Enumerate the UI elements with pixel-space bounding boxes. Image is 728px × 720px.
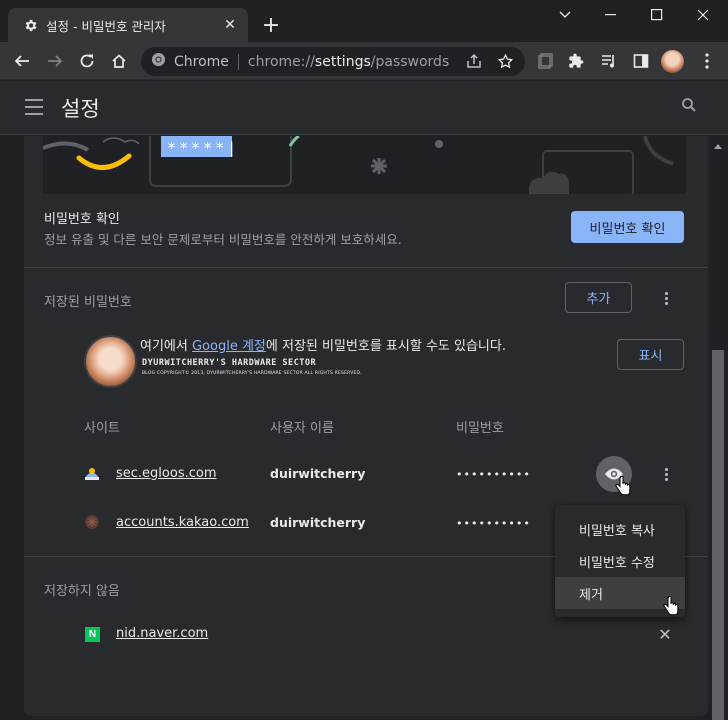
egloos-favicon-icon [84,465,100,481]
show-account-passwords-button[interactable]: 표시 [617,339,684,370]
site-label: Chrome [174,53,229,70]
remove-exception-icon[interactable]: ✕ [655,624,675,644]
home-icon[interactable] [106,48,132,74]
saved-passwords-title: 저장된 비밀번호 [44,295,132,310]
browser-toolbar: Chrome chrome://settings/passwords [0,42,728,80]
reload-icon[interactable] [74,48,100,74]
new-tab-button[interactable]: + [258,12,284,38]
browser-tab[interactable]: 설정 - 비밀번호 관리자 ✕ [8,8,248,42]
password-check-illustration: *****| [43,136,686,194]
google-account-link[interactable]: Google 계정 [192,339,266,354]
bookmark-star-icon[interactable] [492,48,518,74]
row-more-actions-icon[interactable] [656,464,676,484]
close-window-icon[interactable] [680,0,726,30]
password-check-subtitle: 정보 유출 및 다른 보안 문제로부터 비밀번호를 안전하게 보호하세요. [44,232,402,247]
naver-favicon-icon: N [85,627,100,642]
scrollbar-thumb[interactable] [712,350,724,720]
password-value: •••••••••• [456,468,531,481]
gear-icon [22,17,38,33]
site-link[interactable]: sec.egloos.com [116,466,217,481]
password-manager-card: *****| 비밀번호 확인 정보 유출 및 다른 보안 문제로부터 비밀번호를… [24,136,708,716]
section-divider [24,267,708,268]
account-avatar [84,335,137,388]
username-value: duirwitcherry [270,515,366,530]
signature-copyright: BLOG COPYRIGHT© 2013, DYURWITCHERRY'S HA… [142,371,362,376]
site-link[interactable]: accounts.kakao.com [116,515,249,530]
kakao-favicon-icon [84,514,100,530]
profile-avatar[interactable] [661,50,684,73]
username-value: duirwitcherry [270,466,366,481]
minimize-icon[interactable] [588,0,634,30]
password-check-title: 비밀번호 확인 [44,212,120,227]
column-header-password: 비밀번호 [456,421,504,436]
column-header-username: 사용자 이름 [270,421,334,436]
scroll-up-arrow-icon[interactable] [712,140,724,152]
masked-password-text: *****| [167,139,240,157]
column-header-site: 사이트 [84,421,120,436]
tab-close-icon[interactable]: ✕ [220,15,240,35]
reading-mode-icon[interactable] [532,48,558,74]
signature-watermark: DYURWITCHERRY'S HARDWARE SECTOR [142,358,317,368]
page-title: 설정 [61,97,100,121]
browser-menu-icon[interactable] [694,48,720,74]
menu-item-copy-password[interactable]: 비밀번호 복사 [555,513,685,545]
password-value: •••••••••• [456,517,531,530]
side-panel-icon[interactable] [628,48,654,74]
title-bar: 설정 - 비밀번호 관리자 ✕ + [0,0,728,42]
extensions-puzzle-icon[interactable] [563,48,589,74]
chrome-logo-icon [151,52,166,71]
hand-cursor-icon [615,475,631,502]
settings-content: *****| 비밀번호 확인 정보 유출 및 다른 보안 문제로부터 비밀번호를… [0,136,708,720]
hand-cursor-icon [663,595,679,622]
check-passwords-button[interactable]: 비밀번호 확인 [571,211,684,243]
search-icon[interactable] [680,96,704,120]
omnibox-separator [237,53,239,70]
forward-arrow-icon[interactable] [42,48,68,74]
tab-title: 설정 - 비밀번호 관리자 [46,18,166,34]
back-arrow-icon[interactable] [9,48,35,74]
media-queue-icon[interactable] [596,48,622,74]
page-scrollbar[interactable] [708,136,728,720]
add-password-button[interactable]: 추가 [565,282,632,313]
share-icon[interactable] [461,48,487,74]
url-text[interactable]: chrome://settings/passwords [248,54,449,70]
hamburger-menu-icon[interactable] [25,99,43,115]
account-storage-message: 여기에서 Google 계정에 저장된 비밀번호를 표시할 수도 있습니다. [140,339,506,354]
menu-item-edit-password[interactable]: 비밀번호 수정 [555,545,685,577]
never-saved-title: 저장하지 않음 [44,584,120,599]
settings-header: 설정 [0,81,728,135]
saved-passwords-more-icon[interactable] [656,288,676,308]
maximize-icon[interactable] [634,0,680,30]
never-saved-site-link[interactable]: nid.naver.com [116,626,208,641]
tab-search-icon[interactable] [542,0,588,30]
